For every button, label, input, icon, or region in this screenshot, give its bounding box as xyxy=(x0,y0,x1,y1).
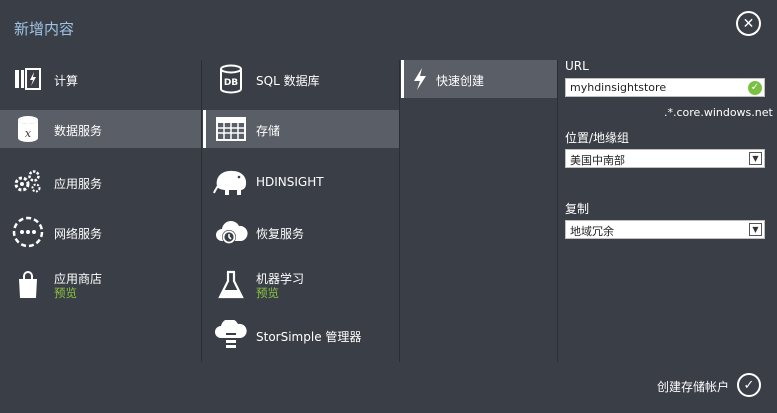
recovery-services-icon xyxy=(213,216,249,248)
location-select[interactable]: 美国中南部 ▼ xyxy=(565,149,765,168)
service-label: StorSimple 管理器 xyxy=(256,330,362,344)
svg-text:x: x xyxy=(25,127,32,140)
store-icon xyxy=(12,269,44,301)
service-item-machine-learning[interactable]: 机器学习 预览 xyxy=(203,263,399,307)
category-label: 数据服务 xyxy=(54,124,103,138)
column-divider xyxy=(557,60,558,362)
data-services-icon: x xyxy=(12,113,44,145)
compute-icon xyxy=(12,63,44,95)
location-select-value: 美国中南部 xyxy=(570,154,625,167)
selection-indicator xyxy=(203,110,206,148)
service-label: SQL 数据库 xyxy=(256,74,320,88)
url-label: URL xyxy=(565,59,589,73)
action-label: 快速创建 xyxy=(436,74,485,88)
url-input[interactable]: myhdinsightstore ✓ xyxy=(565,78,765,97)
category-item-network-services[interactable]: 网络服务 xyxy=(0,213,201,251)
url-input-value: myhdinsightstore xyxy=(570,81,667,94)
checkmark-icon: ✓ xyxy=(743,377,755,393)
service-label: 恢复服务 xyxy=(256,227,305,241)
category-label: 网络服务 xyxy=(54,227,103,241)
create-storage-account-label: 创建存储帐户 xyxy=(657,380,730,394)
category-label: 计算 xyxy=(54,74,79,88)
action-item-quick-create[interactable]: 快速创建 xyxy=(401,60,557,98)
chevron-down-icon: ▼ xyxy=(749,152,762,165)
page-title: 新增内容 xyxy=(14,20,75,38)
close-icon: ✕ xyxy=(742,15,755,32)
category-item-data-services[interactable]: x 数据服务 xyxy=(0,110,201,148)
category-item-app-services[interactable]: 应用服务 xyxy=(0,163,201,201)
location-label: 位置/地缘组 xyxy=(565,131,630,145)
selection-indicator xyxy=(401,60,404,98)
service-item-recovery-services[interactable]: 恢复服务 xyxy=(203,213,399,251)
valid-check-icon: ✓ xyxy=(748,81,762,95)
service-item-storage[interactable]: 存储 xyxy=(203,110,399,148)
storage-icon xyxy=(213,113,249,145)
preview-badge: 预览 xyxy=(256,286,279,300)
chevron-down-icon: ▼ xyxy=(749,223,762,236)
column-divider xyxy=(399,60,400,362)
quick-create-icon xyxy=(409,64,431,94)
network-services-icon xyxy=(12,216,44,248)
category-label: 应用服务 xyxy=(54,177,103,191)
service-item-storsimple[interactable]: StorSimple 管理器 xyxy=(203,316,399,354)
hdinsight-icon xyxy=(213,166,249,198)
preview-badge: 预览 xyxy=(54,286,77,300)
url-suffix: .*.core.windows.net xyxy=(664,106,773,119)
replication-label: 复制 xyxy=(565,202,590,216)
category-item-compute[interactable]: 计算 xyxy=(0,60,201,98)
sql-database-icon: DB xyxy=(213,63,249,95)
replication-select[interactable]: 地域冗余 ▼ xyxy=(565,220,765,239)
close-button[interactable]: ✕ xyxy=(736,11,761,36)
service-item-sql-database[interactable]: DB SQL 数据库 xyxy=(203,60,399,98)
category-item-store[interactable]: 应用商店 预览 xyxy=(0,263,201,307)
replication-select-value: 地域冗余 xyxy=(570,225,614,238)
service-item-hdinsight[interactable]: HDINSIGHT xyxy=(203,163,399,201)
storsimple-icon xyxy=(213,319,249,351)
create-storage-account-button[interactable]: ✓ xyxy=(737,373,761,397)
service-label: 存储 xyxy=(256,124,281,138)
app-services-icon xyxy=(12,166,44,198)
column-divider xyxy=(201,60,202,362)
service-label: HDINSIGHT xyxy=(256,175,324,189)
svg-text:DB: DB xyxy=(224,78,238,88)
machine-learning-icon xyxy=(213,269,249,301)
